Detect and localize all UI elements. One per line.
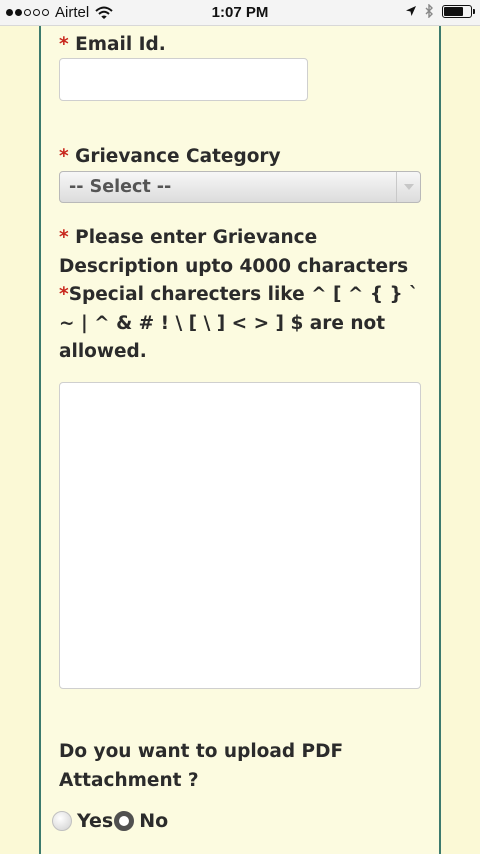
required-marker: *: [59, 146, 69, 167]
bluetooth-icon: [425, 4, 433, 18]
grievance-category-select[interactable]: -- Select --: [59, 171, 421, 203]
special-marker: *: [59, 284, 69, 305]
email-label-text: Email Id.: [75, 34, 166, 55]
special-characters-note: Special charecters like ^ [ ^ { } ` ~ | …: [59, 284, 419, 362]
radio-yes-label: Yes: [77, 810, 114, 832]
grievance-category-label-text: Grievance Category: [75, 146, 281, 167]
grievance-category-selected: -- Select --: [69, 177, 172, 197]
required-marker: *: [59, 227, 69, 248]
upload-question: Do you want to upload PDF Attachment ?: [59, 741, 344, 791]
location-arrow-icon: [406, 6, 416, 16]
grievance-category-label: * Grievance Category: [59, 143, 281, 172]
battery-icon: [442, 4, 475, 18]
required-marker: *: [59, 34, 69, 55]
status-bar: Airtel 1:07 PM: [0, 0, 480, 26]
radio-no-label: No: [139, 810, 169, 832]
status-right: [405, 4, 475, 18]
email-label: * Email Id.: [59, 31, 166, 60]
chevron-down-icon: [396, 172, 420, 202]
email-field[interactable]: [59, 58, 308, 101]
radio-no[interactable]: [114, 811, 135, 831]
description-textarea[interactable]: [59, 382, 421, 689]
radio-yes[interactable]: [52, 811, 72, 831]
description-label: * Please enter Grievance Description upt…: [59, 224, 431, 367]
upload-radio-group: Yes No: [52, 810, 169, 832]
description-label-text: Please enter Grievance Description upto …: [59, 227, 409, 277]
